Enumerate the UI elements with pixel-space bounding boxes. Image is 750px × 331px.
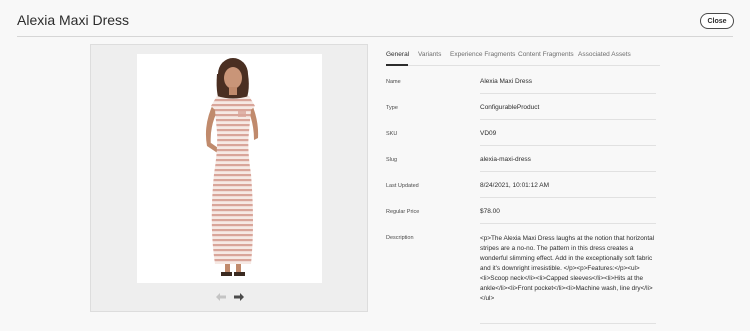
field-divider — [480, 323, 656, 324]
field-divider — [480, 171, 656, 172]
field-value: 8/24/2021, 10:01:12 AM — [480, 182, 550, 189]
active-tab-indicator — [386, 64, 408, 66]
field-divider — [480, 93, 656, 94]
field-label: Last Updated — [386, 183, 419, 189]
description-value: <p>The Alexia Maxi Dress laughs at the n… — [480, 235, 655, 302]
tab-experience-fragments[interactable]: Experience Fragments — [450, 51, 515, 58]
field-value: ConfigurableProduct — [480, 104, 540, 111]
field-divider — [480, 145, 656, 146]
page-title: Alexia Maxi Dress — [17, 12, 130, 28]
field-regular-price: Regular Price $78.00 — [386, 208, 660, 235]
tab-content-fragments[interactable]: Content Fragments — [518, 51, 574, 58]
field-divider — [480, 197, 656, 198]
field-last-updated: Last Updated 8/24/2021, 10:01:12 AM — [386, 182, 660, 209]
field-divider — [480, 223, 656, 224]
field-value: Alexia Maxi Dress — [480, 78, 533, 85]
field-slug: Slug alexia-maxi-dress — [386, 156, 660, 183]
arrow-right-icon[interactable] — [233, 292, 245, 302]
field-sku: SKU VD09 — [386, 130, 660, 157]
product-image-panel — [90, 44, 368, 312]
header-divider — [17, 36, 733, 37]
field-label: Description — [386, 235, 414, 241]
field-value: alexia-maxi-dress — [480, 156, 531, 163]
dress-model-illustration — [205, 58, 259, 276]
field-label: Name — [386, 79, 401, 85]
arrow-left-icon[interactable] — [215, 292, 227, 302]
field-value: VD09 — [480, 130, 497, 137]
field-label: SKU — [386, 131, 398, 137]
field-type: Type ConfigurableProduct — [386, 104, 660, 131]
field-label: Slug — [386, 157, 398, 163]
tab-bar: General Variants Experience Fragments Co… — [386, 44, 660, 66]
close-button[interactable]: Close — [700, 13, 734, 29]
page-header: Alexia Maxi Dress Close — [0, 0, 750, 37]
field-label: Regular Price — [386, 209, 420, 215]
field-label: Type — [386, 105, 398, 111]
tab-variants[interactable]: Variants — [418, 51, 441, 58]
tab-general[interactable]: General — [386, 51, 409, 58]
field-name: Name Alexia Maxi Dress — [386, 78, 660, 105]
field-value: $78.00 — [480, 208, 500, 215]
product-image — [137, 54, 322, 283]
field-description: Description <p>The Alexia Maxi Dress lau… — [386, 235, 660, 331]
tab-associated-assets[interactable]: Associated Assets — [578, 51, 631, 58]
field-divider — [480, 119, 656, 120]
